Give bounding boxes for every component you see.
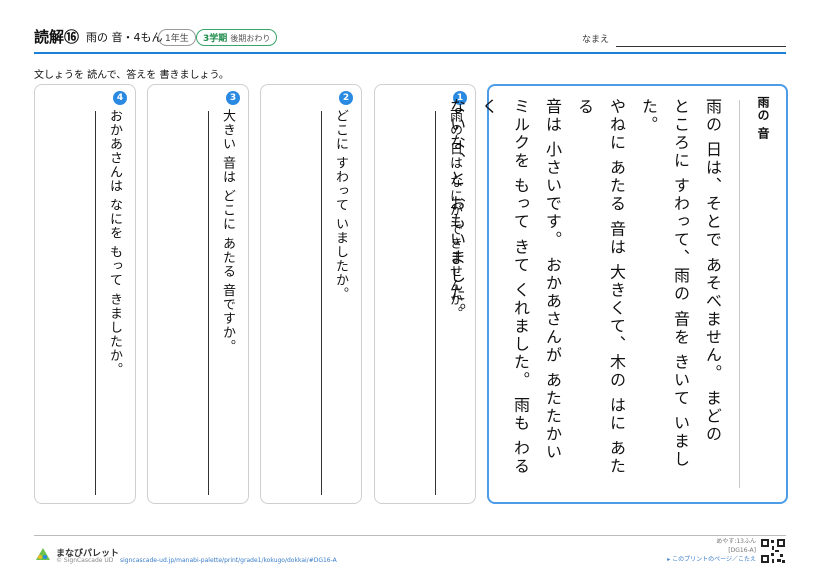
worksheet-subtitle: 雨の 音・4もん bbox=[86, 31, 163, 44]
story-line: ところに すわって、雨の 音を きいて いました。 bbox=[639, 98, 690, 469]
instruction-text: 文しょうを 読んで、答えを 書きましょう。 bbox=[34, 70, 229, 81]
story-panel: 雨の 音 雨の 日は、そとで あそべません。 まどの ところに すわって、雨の … bbox=[447, 84, 788, 504]
story-line: ないな、と おもいました。 bbox=[447, 98, 466, 322]
question-text-4: おかあさんは なにを もって きましたか。 bbox=[107, 109, 122, 377]
name-label: なまえ bbox=[582, 35, 610, 45]
answer-line-2 bbox=[321, 111, 322, 495]
footer-divider bbox=[34, 535, 786, 536]
qr-code-icon[interactable] bbox=[760, 538, 786, 564]
palette-logo-icon bbox=[36, 548, 50, 560]
question-box-3: 3 大きい 音は どこに あたる 音ですか。 bbox=[147, 84, 249, 504]
question-number-4: 4 bbox=[113, 91, 127, 105]
print-url-link[interactable]: signcascade-ud.jp/manabi-palette/print/g… bbox=[120, 557, 337, 564]
print-meta: めやす:13ふん [DG16-A] ▸ このプリントのページ／こたえ bbox=[667, 537, 756, 564]
story-title: 雨の 音 bbox=[756, 96, 770, 141]
grade-badge: 1年生 bbox=[158, 29, 196, 46]
question-box-4: 4 おかあさんは なにを もって きましたか。 bbox=[34, 84, 136, 504]
answer-line-4 bbox=[95, 111, 96, 495]
term-badge: 3学期 後期おわり bbox=[196, 29, 278, 46]
story-line: ミルクを もって きて くれました。 雨も わるく bbox=[479, 98, 530, 476]
story-title-divider bbox=[739, 100, 740, 488]
term-badge-main: 3学期 bbox=[203, 34, 228, 44]
worksheet-header: 読解⑯ 雨の 音・4もん 1年生 3学期 後期おわり なまえ bbox=[34, 24, 786, 52]
answer-page-link[interactable]: ▸ このプリントのページ／こたえ bbox=[667, 555, 756, 564]
story-body: 雨の 日は、そとで あそべません。 まどの ところに すわって、雨の 音を きい… bbox=[440, 98, 728, 490]
worksheet-title: 読解⑯ bbox=[34, 28, 80, 46]
header-divider bbox=[34, 52, 786, 54]
question-text-2: どこに すわって いましたか。 bbox=[333, 109, 348, 302]
question-number-3: 3 bbox=[226, 91, 240, 105]
question-box-2: 2 どこに すわって いましたか。 bbox=[260, 84, 362, 504]
term-badge-sub: 後期おわり bbox=[230, 34, 271, 43]
copyright-text: © SignCascade UD bbox=[56, 557, 114, 564]
story-line: 音は 小さいです。 おかあさんが あたたかい bbox=[543, 98, 562, 462]
answer-line-3 bbox=[208, 111, 209, 495]
print-code: [DG16-A] bbox=[728, 547, 756, 554]
story-line: 雨の 日は、そとで あそべません。 まどの bbox=[703, 98, 722, 444]
question-number-2: 2 bbox=[339, 91, 353, 105]
story-line: やねに あたる 音は 大きくて、木の はに あたる bbox=[575, 98, 626, 476]
question-text-3: 大きい 音は どこに あたる 音ですか。 bbox=[220, 109, 235, 354]
name-field-line bbox=[616, 46, 786, 47]
time-estimate: めやす:13ふん bbox=[716, 538, 756, 545]
answer-line-1 bbox=[435, 111, 436, 495]
